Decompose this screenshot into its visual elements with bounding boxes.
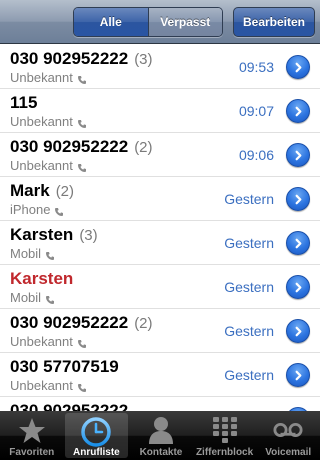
detail-disclosure-icon[interactable]	[286, 143, 310, 167]
tab-contacts[interactable]: Kontakte	[129, 411, 193, 460]
call-type: Unbekannt	[10, 334, 87, 349]
detail-disclosure-icon[interactable]	[286, 187, 310, 211]
caller-name-text: Mark	[10, 181, 50, 200]
call-row[interactable]: 030 902952222 (2) Unbekannt 09:06	[0, 133, 320, 177]
call-count: (2)	[134, 139, 153, 156]
segment-all[interactable]: Alle	[74, 8, 148, 36]
contact-icon	[146, 416, 176, 444]
call-type-label: Unbekannt	[10, 70, 73, 85]
call-row[interactable]: 030 57707519 Unbekannt Gestern	[0, 353, 320, 397]
call-type: Mobil	[10, 246, 55, 261]
call-row[interactable]: Karsten (3) Mobil Gestern	[0, 221, 320, 265]
detail-disclosure-icon[interactable]	[286, 55, 310, 79]
call-time: 09:07	[238, 103, 274, 119]
call-type-label: Unbekannt	[10, 378, 73, 393]
tab-keypad[interactable]: Ziffernblock	[193, 411, 257, 460]
call-type-label: Mobil	[10, 290, 42, 305]
edit-button[interactable]: Bearbeiten	[233, 7, 315, 37]
call-row[interactable]: 030 902952222	[0, 397, 320, 411]
call-list[interactable]: 030 902952222 (3) Unbekannt 09:53 115 Unbekan…	[0, 45, 320, 411]
tab-label-voicemail: Voicemail	[265, 447, 312, 458]
caller-name-text: Karsten	[10, 269, 74, 288]
outgoing-call-icon	[45, 249, 55, 260]
call-type: Unbekannt	[10, 378, 87, 393]
call-count: (3)	[134, 51, 153, 68]
outgoing-call-icon	[54, 205, 64, 216]
voicemail-icon	[273, 416, 303, 444]
detail-disclosure-icon[interactable]	[286, 319, 310, 343]
call-row[interactable]: Karsten Mobil Gestern	[0, 265, 320, 309]
call-type-label: Unbekannt	[10, 114, 73, 129]
outgoing-call-icon	[77, 117, 87, 128]
caller-name-text: 030 57707519	[10, 357, 119, 376]
caller-name: 030 902952222 (2)	[10, 137, 153, 157]
call-type-label: Unbekannt	[10, 334, 73, 349]
call-type: Unbekannt	[10, 114, 87, 129]
call-type: Mobil	[10, 290, 55, 305]
tab-recents[interactable]: Anrufliste	[64, 413, 129, 458]
call-count: (2)	[55, 183, 75, 200]
call-type-label: iPhone	[10, 202, 51, 217]
outgoing-call-icon	[77, 73, 87, 84]
call-type: Unbekannt	[10, 70, 87, 85]
caller-name-text: 030 902952222	[10, 313, 129, 332]
call-row[interactable]: 115 Unbekannt 09:07	[0, 89, 320, 133]
call-time: Gestern	[224, 235, 274, 251]
caller-name: 030 902952222	[10, 401, 128, 411]
keypad-icon	[210, 416, 240, 444]
filter-segmented-control: Alle Verpasst	[73, 7, 223, 37]
outgoing-call-icon	[77, 337, 87, 348]
call-row[interactable]: 030 902952222 (3) Unbekannt 09:53	[0, 45, 320, 89]
tab-label-contacts: Kontakte	[139, 447, 183, 458]
call-time: 09:53	[238, 59, 274, 75]
call-time: Gestern	[224, 367, 274, 383]
caller-name-text: 115	[10, 93, 38, 112]
recents-screen: Alle Verpasst Bearbeiten 030 902952222 (3…	[0, 0, 320, 460]
call-time: Gestern	[224, 191, 274, 207]
caller-name: Karsten	[10, 269, 73, 289]
call-count: (3)	[79, 227, 98, 244]
tab-label-favorites: Favoriten	[9, 447, 55, 458]
call-time: 09:06	[238, 147, 274, 163]
caller-name-text: 030 902952222	[10, 401, 129, 411]
caller-name: 115	[10, 93, 37, 113]
caller-name: 030 902952222 (2)	[10, 313, 153, 333]
call-time: Gestern	[224, 323, 274, 339]
call-type: iPhone	[10, 202, 64, 217]
outgoing-call-icon	[45, 293, 55, 304]
outgoing-call-icon	[77, 381, 87, 392]
detail-disclosure-icon[interactable]	[286, 275, 310, 299]
call-row[interactable]: Mark (2) iPhone Gestern	[0, 177, 320, 221]
tab-voicemail[interactable]: Voicemail	[256, 411, 320, 460]
star-icon	[17, 416, 47, 444]
segment-missed[interactable]: Verpasst	[147, 8, 222, 36]
caller-name-text: 030 902952222	[10, 49, 129, 68]
caller-name-text: Karsten	[10, 225, 74, 244]
clock-icon	[81, 417, 112, 447]
caller-name: 030 57707519	[10, 357, 119, 377]
detail-disclosure-icon[interactable]	[286, 99, 310, 123]
tab-bar: Favoriten Anrufliste Kontakte Ziffernblo…	[0, 411, 320, 460]
call-type-label: Mobil	[10, 246, 42, 261]
call-type-label: Unbekannt	[10, 158, 73, 173]
call-type: Unbekannt	[10, 158, 87, 173]
detail-disclosure-icon[interactable]	[286, 363, 310, 387]
navigation-bar: Alle Verpasst Bearbeiten	[0, 0, 320, 44]
tab-label-keypad: Ziffernblock	[195, 447, 254, 458]
call-time: Gestern	[224, 279, 274, 295]
tab-label-recents: Anrufliste	[73, 447, 120, 458]
call-row[interactable]: 030 902952222 (2) Unbekannt Gestern	[0, 309, 320, 353]
caller-name: 030 902952222 (3)	[10, 49, 153, 69]
outgoing-call-icon	[77, 161, 87, 172]
detail-disclosure-icon[interactable]	[286, 231, 310, 255]
caller-name: Mark (2)	[10, 181, 74, 201]
caller-name: Karsten (3)	[10, 225, 98, 245]
caller-name-text: 030 902952222	[10, 137, 129, 156]
tab-favorites[interactable]: Favoriten	[0, 411, 64, 460]
call-count: (2)	[134, 315, 153, 332]
